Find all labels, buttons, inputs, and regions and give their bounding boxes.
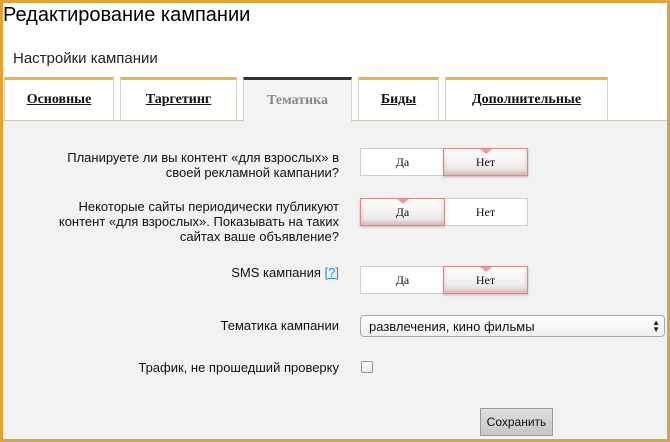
sms-no[interactable]: Нет — [443, 266, 528, 294]
sms-yes[interactable]: Да — [361, 267, 444, 293]
adult-content-question-line2: своей рекламной кампании? — [165, 165, 339, 180]
adult-sites-question-line2: контент «для взрослых». Показывать на та… — [58, 214, 339, 229]
tab-targeting[interactable]: Таргетинг — [120, 77, 237, 120]
traffic-checkbox[interactable] — [361, 361, 373, 373]
sms-label: SMS кампания — [231, 265, 321, 280]
tab-additional[interactable]: Дополнительные — [445, 77, 608, 120]
sms-help-link[interactable]: [?] — [325, 265, 339, 280]
adult-sites-toggle[interactable]: Да Нет — [360, 198, 528, 226]
topic-select[interactable]: развлечения, кино фильмы ▲ ▼ — [360, 315, 665, 337]
sms-toggle[interactable]: Да Нет — [360, 266, 528, 294]
topic-label: Тематика кампании — [220, 318, 339, 333]
adult-sites-no[interactable]: Нет — [444, 199, 527, 225]
tab-topic[interactable]: Тематика — [243, 77, 352, 122]
adult-sites-question-line1: Некоторые сайты периодически публикуют — [78, 199, 339, 214]
select-arrows-icon: ▲ ▼ — [652, 318, 660, 334]
adult-content-toggle[interactable]: Да Нет — [360, 148, 528, 176]
tab-main[interactable]: Основные — [4, 77, 114, 120]
adult-content-question: Планируете ли вы контент «для взрослых» … — [67, 150, 339, 180]
traffic-label: Трафик, не прошедший проверку — [138, 360, 339, 375]
save-button[interactable]: Сохранить — [480, 408, 553, 436]
section-title: Настройки кампании — [13, 50, 158, 67]
adult-sites-question: Некоторые сайты периодически публикуют к… — [59, 199, 339, 244]
tab-bids[interactable]: Биды — [358, 77, 439, 120]
adult-sites-yes[interactable]: Да — [360, 198, 445, 226]
page-title: Редактирование кампании — [3, 4, 251, 26]
adult-content-yes[interactable]: Да — [361, 149, 444, 175]
adult-sites-question-line3: сайтах ваше объявление? — [179, 229, 339, 244]
sms-question: SMS кампания [?] — [231, 265, 339, 280]
adult-content-question-line1: Планируете ли вы контент «для взрослых» … — [67, 150, 339, 165]
topic-select-value: развлечения, кино фильмы — [369, 318, 535, 334]
adult-content-no[interactable]: Нет — [443, 148, 528, 176]
